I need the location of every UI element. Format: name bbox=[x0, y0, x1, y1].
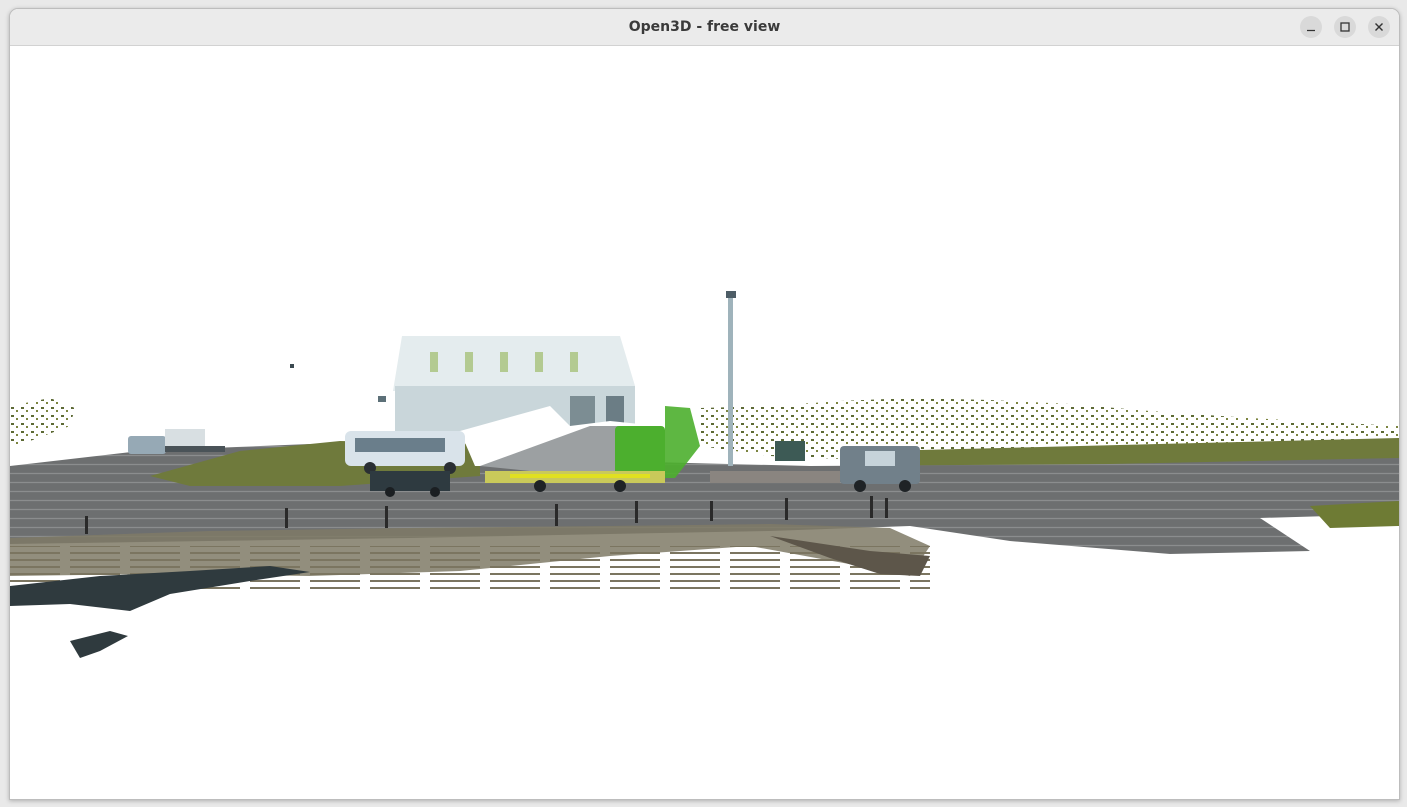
app-window: Open3D - free view bbox=[9, 8, 1400, 800]
3d-viewport[interactable] bbox=[10, 46, 1399, 799]
maximize-icon bbox=[1340, 22, 1350, 32]
maximize-button[interactable] bbox=[1334, 16, 1356, 38]
window-title: Open3D - free view bbox=[628, 19, 781, 35]
close-button[interactable] bbox=[1368, 16, 1390, 38]
vegetation-left bbox=[10, 398, 75, 446]
van-left bbox=[128, 429, 225, 454]
building-door bbox=[570, 396, 595, 426]
sparse-point bbox=[378, 396, 386, 402]
minimize-button[interactable] bbox=[1300, 16, 1322, 38]
dumpster bbox=[775, 441, 805, 461]
building-roof bbox=[393, 336, 635, 391]
light-pole-head bbox=[726, 291, 736, 298]
light-pole bbox=[728, 296, 733, 466]
minimize-icon bbox=[1307, 29, 1315, 32]
point-cloud-render bbox=[10, 291, 1399, 658]
close-icon bbox=[1375, 23, 1383, 31]
title-bar[interactable]: Open3D - free view bbox=[10, 9, 1399, 46]
dark-scan-fragment bbox=[70, 631, 128, 658]
sparse-point bbox=[290, 364, 294, 368]
